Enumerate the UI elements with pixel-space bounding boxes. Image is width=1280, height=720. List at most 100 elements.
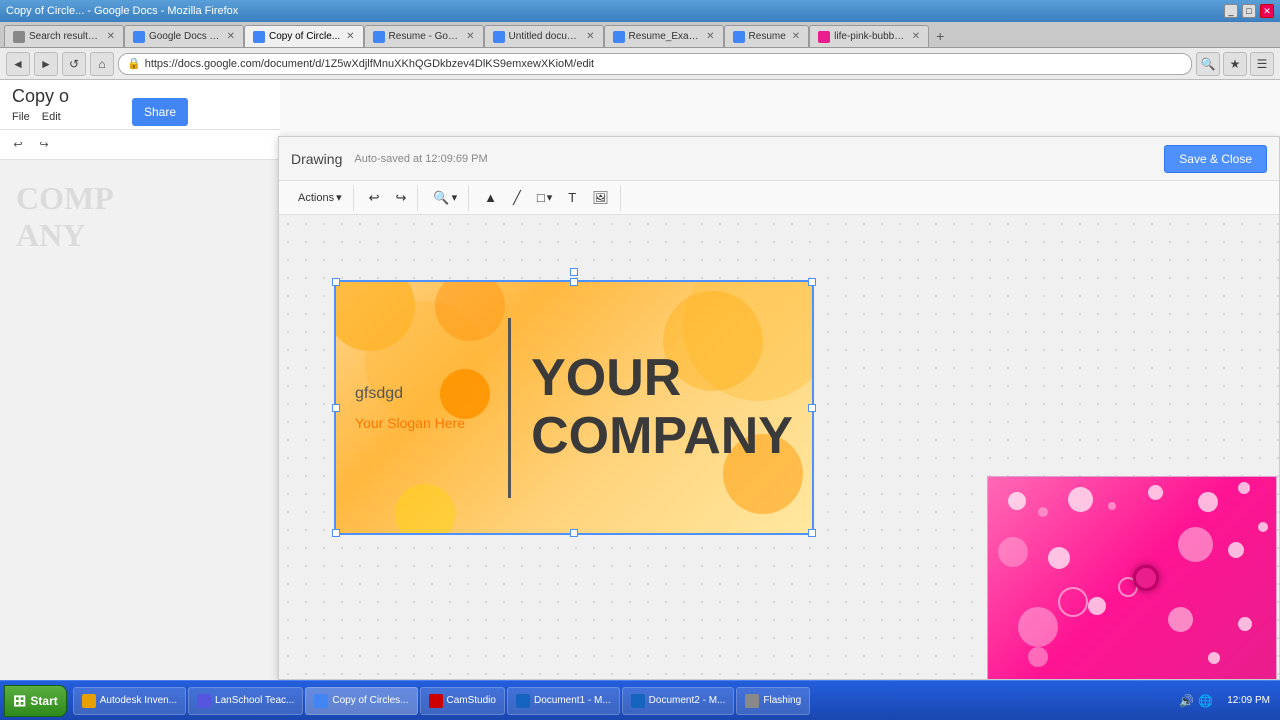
browser-content: Copy o File Edit ↩ ↪ COMPANY Share bbox=[0, 80, 1280, 680]
forward-button[interactable]: ► bbox=[34, 52, 58, 76]
taskbar-tray: 🔊 🌐 bbox=[1173, 694, 1219, 708]
new-tab-button[interactable]: + bbox=[929, 25, 951, 47]
zoom-group: 🔍▾ bbox=[422, 185, 469, 211]
redo-icon: ↪ bbox=[396, 190, 407, 206]
actions-button[interactable]: Actions ▾ bbox=[291, 185, 349, 211]
back-button[interactable]: ◄ bbox=[6, 52, 30, 76]
tab-favicon bbox=[253, 31, 265, 43]
taskbar-item-label: Flashing bbox=[763, 695, 801, 706]
tab-label: Resume bbox=[749, 31, 786, 42]
drawing-title: Drawing bbox=[291, 151, 342, 167]
clock-time: 12:09 PM bbox=[1227, 695, 1270, 706]
card-content: gfsdgd Your Slogan Here YOUR COMPANY bbox=[335, 281, 813, 534]
page-background: Copy o File Edit ↩ ↪ COMPANY Share bbox=[0, 80, 1280, 680]
tab-close-icon[interactable]: ✕ bbox=[346, 31, 354, 42]
start-button[interactable]: ⊞ Start bbox=[4, 685, 67, 717]
doc-background: Copy o File Edit ↩ ↪ COMPANY bbox=[0, 80, 280, 680]
tab-copy-of-circle[interactable]: Copy of Circle... ✕ bbox=[244, 25, 364, 47]
taskbar-item-doc1[interactable]: Document1 - M... bbox=[507, 687, 620, 715]
drawing-toolbar: Actions ▾ ↩ ↪ 🔍▾ ▲ ╱ □▾ bbox=[279, 181, 1279, 215]
taskbar-icon bbox=[82, 694, 96, 708]
redo-button[interactable]: ↪ bbox=[389, 185, 414, 211]
taskbar-icon bbox=[197, 694, 211, 708]
doc-undo-button[interactable]: ↩ bbox=[8, 135, 28, 155]
tab-untitled[interactable]: Untitled docume... ✕ bbox=[484, 25, 604, 47]
share-button[interactable]: Share bbox=[132, 98, 188, 126]
tab-favicon bbox=[493, 31, 505, 43]
taskbar-item-lanschool[interactable]: LanSchool Teac... bbox=[188, 687, 303, 715]
taskbar-item-copy-circles[interactable]: Copy of Circles... bbox=[305, 687, 417, 715]
doc-redo-button[interactable]: ↪ bbox=[34, 135, 54, 155]
maximize-button[interactable]: □ bbox=[1242, 4, 1256, 18]
bookmark-button[interactable]: ★ bbox=[1223, 52, 1247, 76]
nav-bar: ◄ ► ↺ ⌂ 🔒 https://docs.google.com/docume… bbox=[0, 48, 1280, 80]
sparkle-11 bbox=[1228, 542, 1244, 558]
refresh-button[interactable]: ↺ bbox=[62, 52, 86, 76]
taskbar-item-flashing[interactable]: Flashing bbox=[736, 687, 810, 715]
tab-close-icon[interactable]: ✕ bbox=[227, 31, 235, 42]
tab-favicon bbox=[733, 31, 745, 43]
selection-handle-top[interactable] bbox=[570, 268, 578, 276]
tab-google-docs-te[interactable]: Google Docs Te... ✕ bbox=[124, 25, 244, 47]
business-card: gfsdgd Your Slogan Here YOUR COMPANY bbox=[334, 280, 814, 535]
start-label: Start bbox=[30, 694, 57, 708]
tab-label: Copy of Circle... bbox=[269, 31, 340, 42]
nav-right: 🔍 ★ ☰ bbox=[1196, 52, 1274, 76]
close-button[interactable]: ✕ bbox=[1260, 4, 1274, 18]
shape-tool[interactable]: □▾ bbox=[530, 185, 559, 211]
text-tool[interactable]: T bbox=[561, 185, 583, 211]
zoom-icon: 🔍 bbox=[433, 190, 449, 206]
taskbar-item-label: Autodesk Inven... bbox=[100, 695, 177, 706]
select-tool[interactable]: ▲ bbox=[477, 185, 504, 211]
pink-bubbles-image bbox=[987, 476, 1277, 679]
sparkle-6 bbox=[1198, 492, 1218, 512]
taskbar-item-autodesk[interactable]: Autodesk Inven... bbox=[73, 687, 186, 715]
sparkle-16 bbox=[1238, 617, 1252, 631]
save-close-button[interactable]: Save & Close bbox=[1164, 145, 1267, 173]
shape-icon: □ bbox=[537, 190, 545, 205]
tab-close-icon[interactable]: ✕ bbox=[792, 31, 800, 42]
sparkle-4 bbox=[1108, 502, 1116, 510]
sparkle-3 bbox=[1068, 487, 1093, 512]
taskbar-icon bbox=[314, 694, 328, 708]
home-button[interactable]: ⌂ bbox=[90, 52, 114, 76]
taskbar: ⊞ Start Autodesk Inven... LanSchool Teac… bbox=[0, 680, 1280, 720]
browser-frame: Copy of Circle... - Google Docs - Mozill… bbox=[0, 0, 1280, 720]
text-icon: T bbox=[568, 190, 576, 205]
tab-resume-google[interactable]: Resume - Google... ✕ bbox=[364, 25, 484, 47]
tab-close-icon[interactable]: ✕ bbox=[706, 31, 714, 42]
drawing-canvas[interactable]: gfsdgd Your Slogan Here YOUR COMPANY bbox=[279, 215, 1279, 679]
taskbar-item-camstudio[interactable]: CamStudio bbox=[420, 687, 505, 715]
tab-search-results[interactable]: Search results - G... ✕ bbox=[4, 25, 124, 47]
zoom-button[interactable]: 🔍▾ bbox=[426, 185, 464, 211]
tab-close-icon[interactable]: ✕ bbox=[912, 31, 920, 42]
menu-button[interactable]: ☰ bbox=[1250, 52, 1274, 76]
taskbar-items: Autodesk Inven... LanSchool Teac... Copy… bbox=[69, 687, 1172, 715]
tab-close-icon[interactable]: ✕ bbox=[107, 31, 115, 42]
image-tool[interactable]: 🖼 bbox=[585, 185, 616, 211]
doc-menu-edit[interactable]: Edit bbox=[42, 111, 61, 123]
tab-close-icon[interactable]: ✕ bbox=[586, 31, 594, 42]
tab-label: Resume_Example... bbox=[629, 31, 701, 42]
tray-icon-network[interactable]: 🌐 bbox=[1198, 694, 1213, 708]
address-bar[interactable]: 🔒 https://docs.google.com/document/d/1Z5… bbox=[118, 53, 1192, 75]
taskbar-item-doc2[interactable]: Document2 - M... bbox=[622, 687, 735, 715]
line-tool[interactable]: ╱ bbox=[506, 185, 528, 211]
undo-button[interactable]: ↩ bbox=[362, 185, 387, 211]
tab-close-icon[interactable]: ✕ bbox=[466, 31, 474, 42]
cursor-icon: ▲ bbox=[484, 190, 497, 205]
sparkle-2 bbox=[1038, 507, 1048, 517]
card-right-section: YOUR COMPANY bbox=[511, 330, 813, 484]
search-button[interactable]: 🔍 bbox=[1196, 52, 1220, 76]
tab-label: Untitled docume... bbox=[509, 31, 581, 42]
tab-resume[interactable]: Resume ✕ bbox=[724, 25, 810, 47]
tab-resume-example[interactable]: Resume_Example... ✕ bbox=[604, 25, 724, 47]
tray-icon-sound[interactable]: 🔊 bbox=[1179, 694, 1194, 708]
card-name: gfsdgd bbox=[355, 385, 488, 403]
tab-label: Resume - Google... bbox=[389, 31, 461, 42]
minimize-button[interactable]: _ bbox=[1224, 4, 1238, 18]
tab-pink-bubbles[interactable]: life-pink-bubbles-... ✕ bbox=[809, 25, 929, 47]
doc-menu-file[interactable]: File bbox=[12, 111, 30, 123]
image-icon: 🖼 bbox=[592, 190, 609, 206]
actions-label: Actions bbox=[298, 192, 334, 204]
